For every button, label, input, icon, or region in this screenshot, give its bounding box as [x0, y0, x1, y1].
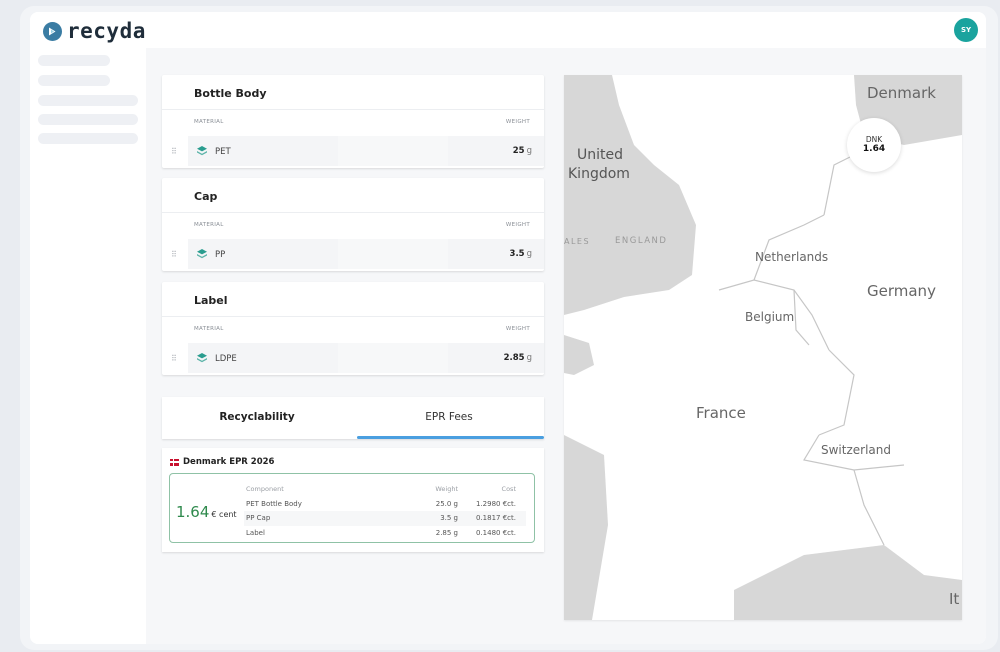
component-title: Label	[194, 294, 228, 307]
user-avatar[interactable]: SY	[954, 18, 978, 42]
map-label-switzerland: Switzerland	[821, 443, 891, 457]
logo[interactable]: recyda	[43, 19, 146, 43]
table-row: Label 2.85 g 0.1480 €ct.	[246, 528, 516, 537]
active-tab-indicator	[357, 436, 544, 439]
sidebar-skeleton-item	[38, 114, 138, 125]
map-canvas	[564, 75, 962, 620]
component-card-bottle-body: Bottle Body MATERIAL WEIGHT ⠿ PET 25 g	[162, 75, 544, 168]
material-header: MATERIAL	[194, 222, 224, 228]
epr-total-unit: € cent	[211, 510, 237, 519]
drag-handle-icon[interactable]: ⠿	[171, 354, 177, 363]
table-row: PP Cap 3.5 g 0.1817 €ct.	[244, 511, 526, 526]
divider	[162, 109, 544, 110]
tab-recyclability[interactable]: Recyclability	[162, 411, 352, 423]
weight-header: WEIGHT	[505, 222, 530, 228]
map-label-germany: Germany	[867, 282, 936, 300]
sidebar-skeleton-item	[38, 133, 138, 144]
material-name: PET	[215, 147, 231, 157]
component-card-cap: Cap MATERIAL WEIGHT ⠿ PP 3.5 g	[162, 178, 544, 271]
row-segment	[338, 136, 448, 166]
sidebar-skeleton-item	[38, 95, 138, 106]
material-row[interactable]: PP 3.5 g	[188, 239, 544, 269]
result-tabs: Recyclability EPR Fees	[162, 397, 544, 439]
europe-map[interactable]: Denmark United Kingdom ALES ENGLAND Neth…	[564, 75, 962, 620]
bubble-country-code: DNK	[865, 135, 883, 144]
map-label-netherlands: Netherlands	[755, 250, 829, 264]
sidebar-skeleton-item	[38, 75, 110, 86]
app-window: recyda SY Bottle Body MATERIAL WEIGHT ⠿ …	[30, 12, 986, 644]
weight-value: 3.5 g	[509, 249, 532, 259]
material-row[interactable]: PET 25 g	[188, 136, 544, 166]
table-row: PET Bottle Body 25.0 g 1.2980 €ct.	[246, 499, 516, 508]
top-bar: recyda SY	[30, 12, 986, 48]
map-label-united-kingdom: Kingdom	[568, 166, 630, 182]
epr-title: Denmark EPR 2026	[170, 457, 274, 467]
drag-handle-icon[interactable]: ⠿	[171, 250, 177, 259]
sidebar	[30, 48, 146, 644]
epr-summary-box: 1.64 € cent Component Weight Cost PET Bot…	[169, 473, 535, 543]
material-name: LDPE	[215, 354, 237, 364]
map-label-belgium: Belgium	[745, 310, 795, 324]
material-header: MATERIAL	[194, 326, 224, 332]
divider	[162, 212, 544, 213]
weight-header: WEIGHT	[505, 119, 530, 125]
divider	[162, 316, 544, 317]
denmark-flag-icon	[170, 458, 179, 466]
weight-value: 2.85 g	[503, 353, 532, 363]
map-label-france: France	[696, 404, 746, 422]
row-segment	[338, 239, 448, 269]
logo-text: recyda	[67, 19, 146, 43]
epr-total: 1.64 € cent	[176, 502, 237, 521]
component-card-label: Label MATERIAL WEIGHT ⠿ LDPE 2.85 g	[162, 282, 544, 375]
bubble-value: 1.64	[862, 144, 886, 154]
layers-icon	[197, 249, 207, 259]
layers-icon	[197, 146, 207, 156]
epr-card: Denmark EPR 2026 1.64 € cent Component We…	[162, 448, 544, 552]
row-segment	[338, 343, 448, 373]
tab-epr-fees[interactable]: EPR Fees	[354, 411, 544, 423]
main-content: Bottle Body MATERIAL WEIGHT ⠿ PET 25 g Ca…	[146, 48, 986, 644]
material-name: PP	[215, 250, 226, 260]
sidebar-skeleton-item	[38, 55, 110, 66]
epr-total-value: 1.64	[176, 503, 210, 521]
map-label-wales: ALES	[564, 237, 591, 246]
material-row[interactable]: LDPE 2.85 g	[188, 343, 544, 373]
map-label-italy: It	[949, 590, 960, 608]
logo-icon	[43, 21, 62, 41]
country-value-bubble[interactable]: DNK 1.64	[847, 118, 901, 172]
map-label-denmark: Denmark	[867, 84, 936, 102]
component-title: Cap	[194, 190, 218, 203]
table-header-row: Component Weight Cost	[246, 485, 516, 494]
material-header: MATERIAL	[194, 119, 224, 125]
map-label-united-kingdom: United	[577, 147, 623, 163]
epr-cost-table: Component Weight Cost PET Bottle Body 25…	[244, 482, 526, 540]
component-title: Bottle Body	[194, 87, 267, 100]
layers-icon	[197, 353, 207, 363]
drag-handle-icon[interactable]: ⠿	[171, 147, 177, 156]
map-label-england: ENGLAND	[615, 236, 668, 246]
weight-value: 25 g	[512, 146, 532, 156]
weight-header: WEIGHT	[505, 326, 530, 332]
